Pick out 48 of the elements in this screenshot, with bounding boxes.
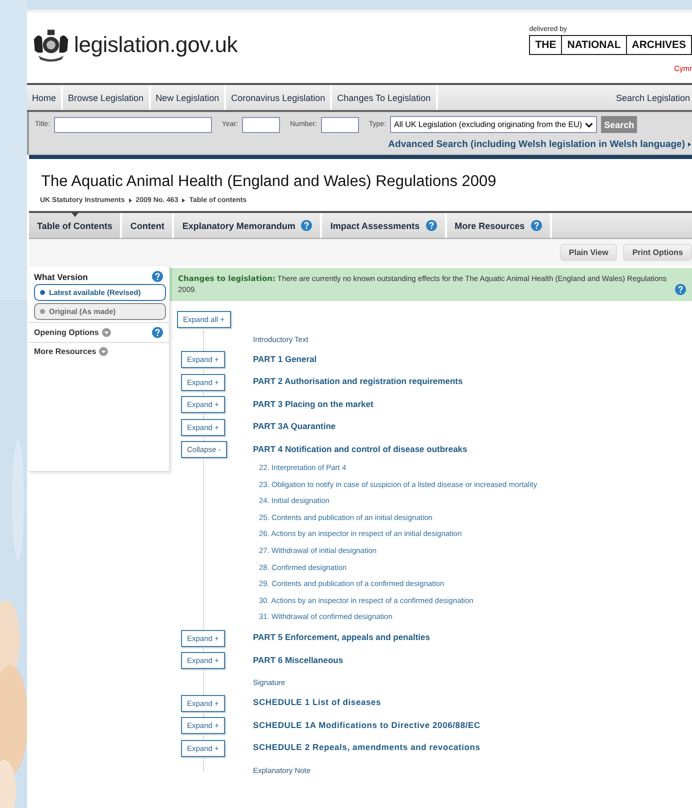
- sidebar-section-link[interactable]: More Resources: [34, 347, 96, 356]
- nav-link[interactable]: Changes To Legislation: [332, 85, 438, 110]
- nav-link[interactable]: Home: [27, 85, 64, 110]
- toc-link[interactable]: SCHEDULE 1A Modifications to Directive 2006/88/EC: [253, 720, 480, 730]
- archives-logo[interactable]: THE NATIONAL ARCHIVES: [529, 35, 692, 55]
- archives-logo-word: NATIONAL: [562, 36, 627, 54]
- toc-link[interactable]: PART 2 Authorisation and registration requirements: [253, 376, 463, 386]
- year-field[interactable]: [242, 116, 280, 132]
- toc-link[interactable]: PART 4 Notification and control of disease outbreaks: [253, 444, 468, 454]
- nav-link[interactable]: Coronavirus Legislation: [226, 85, 332, 110]
- advanced-search-link[interactable]: Advanced Search (including Welsh legislation in Welsh language): [388, 139, 685, 150]
- dropdown-icon[interactable]: [102, 328, 111, 337]
- toc-link[interactable]: PART 1 General: [253, 354, 317, 364]
- toc-link[interactable]: PART 3A Quarantine: [253, 421, 336, 432]
- pointer-icon: [70, 212, 79, 217]
- search-legislation-link[interactable]: Search Legislation: [616, 92, 692, 102]
- view-option-button[interactable]: Plain View: [560, 244, 618, 261]
- title-field[interactable]: [54, 116, 212, 132]
- archives-logo-word: ARCHIVES: [626, 36, 692, 54]
- arrow-icon: [128, 198, 132, 203]
- nav-link[interactable]: New Legislation: [150, 85, 226, 110]
- arrow-icon: [182, 198, 186, 203]
- help-icon[interactable]: [426, 220, 437, 231]
- help-icon[interactable]: [530, 220, 542, 231]
- document-title: The Aquatic Animal Health (England and Wales) Regulations 2009: [41, 173, 498, 191]
- dropdown-icon[interactable]: [99, 347, 108, 356]
- nav-link[interactable]: Browse Legislation: [63, 85, 151, 110]
- crest-icon: [31, 27, 71, 63]
- toc-link[interactable]: PART 3 Placing on the market: [253, 398, 374, 409]
- sidebar-heading: What Version: [34, 272, 88, 282]
- help-icon[interactable]: [675, 284, 686, 294]
- arrow-icon: [688, 142, 691, 147]
- view-option-button[interactable]: Print Options: [623, 244, 692, 261]
- toc-link[interactable]: SCHEDULE 2 Repeals, amendments and revocations: [253, 742, 480, 752]
- number-field[interactable]: [320, 116, 359, 132]
- help-icon[interactable]: [301, 220, 312, 231]
- chevron-down-icon: [585, 122, 594, 128]
- tab[interactable]: Table of Contents: [29, 213, 122, 238]
- help-icon[interactable]: [152, 271, 163, 282]
- archives-logo-word: THE: [530, 36, 562, 54]
- toc-link[interactable]: PART 5 Enforcement, appeals and penalties: [253, 632, 430, 642]
- sidebar-section-link[interactable]: Opening Options: [34, 328, 99, 337]
- search-button[interactable]: Search: [601, 116, 638, 133]
- toc-link[interactable]: SCHEDULE 1 List of diseases: [253, 697, 382, 708]
- help-icon[interactable]: [152, 327, 163, 338]
- type-dropdown[interactable]: All UK Legislation (excluding originating from the EU): [390, 116, 598, 133]
- site-logo-text[interactable]: legislation.gov.uk: [74, 32, 238, 58]
- toc-link[interactable]: PART 6 Miscellaneous: [253, 654, 344, 665]
